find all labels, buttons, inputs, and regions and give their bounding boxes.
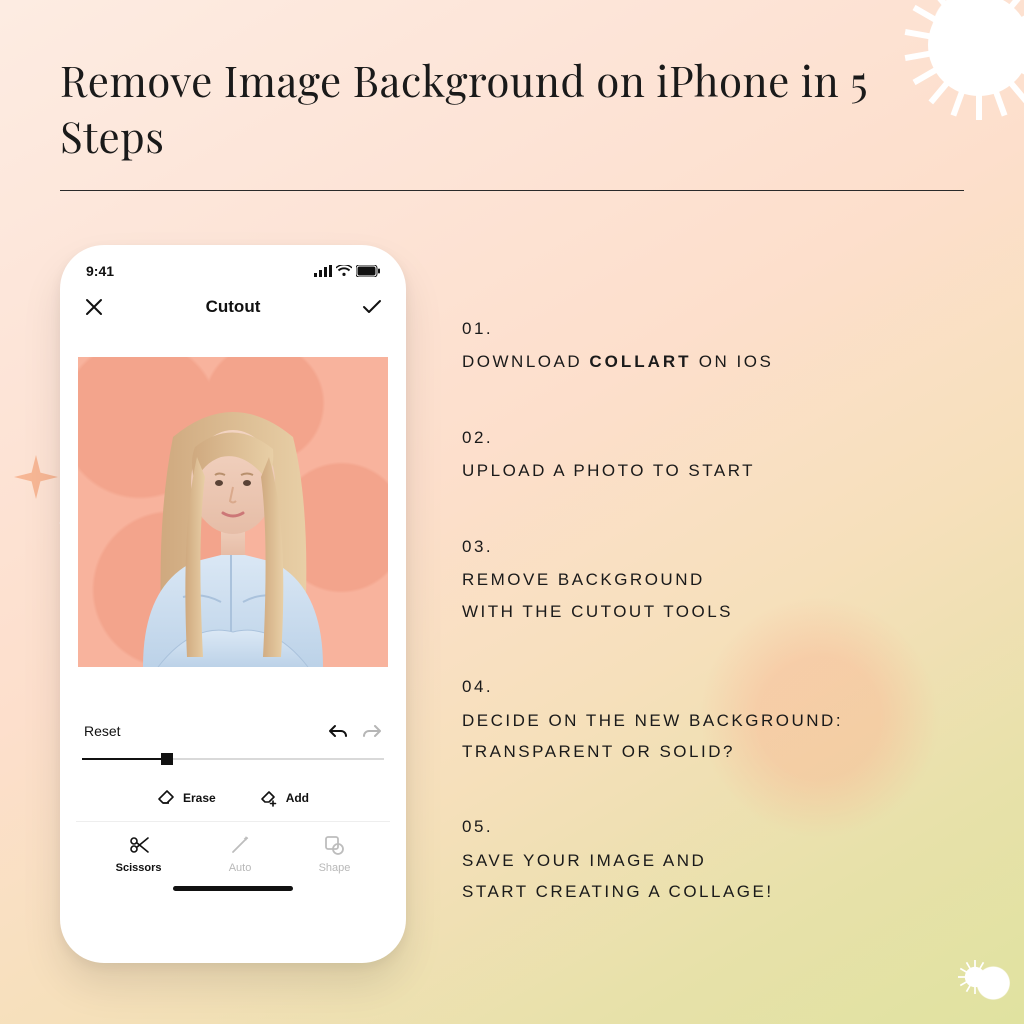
step-4-text: DECIDE ON THE NEW BACKGROUND: TRANSPAREN… xyxy=(462,711,843,761)
cellular-icon xyxy=(314,265,332,277)
step-5-text: SAVE YOUR IMAGE AND START CREATING A COL… xyxy=(462,851,774,901)
reset-button[interactable]: Reset xyxy=(84,723,121,739)
close-button[interactable] xyxy=(84,297,104,317)
step-3: 03. REMOVE BACKGROUND WITH THE CUTOUT TO… xyxy=(462,531,843,627)
step-2-number: 02. xyxy=(462,422,843,453)
confirm-button[interactable] xyxy=(362,297,382,317)
tab-auto[interactable]: Auto xyxy=(229,834,252,874)
step-2-text: UPLOAD A PHOTO TO START xyxy=(462,461,755,480)
tab-auto-label: Auto xyxy=(229,862,252,874)
subject-portrait xyxy=(103,397,363,667)
step-2: 02. UPLOAD A PHOTO TO START xyxy=(462,422,843,487)
brush-size-slider[interactable] xyxy=(82,749,384,769)
check-icon xyxy=(362,299,382,315)
erase-tool-button[interactable]: Erase xyxy=(157,789,216,807)
screen-title: Cutout xyxy=(206,297,261,317)
wifi-icon xyxy=(336,265,352,277)
add-label: Add xyxy=(286,791,309,805)
step-1: 01. DOWNLOAD COLLART ON IOS xyxy=(462,313,843,378)
step-1-text-post: ON IOS xyxy=(692,352,774,371)
starburst-top-right-icon xyxy=(904,0,1024,120)
tab-shape[interactable]: Shape xyxy=(319,834,351,874)
erase-label: Erase xyxy=(183,791,216,805)
tab-scissors[interactable]: Scissors xyxy=(116,834,162,874)
step-1-text-bold: COLLART xyxy=(589,352,691,371)
step-4: 04. DECIDE ON THE NEW BACKGROUND: TRANSP… xyxy=(462,671,843,767)
magic-wand-icon xyxy=(229,834,251,856)
scissors-icon xyxy=(128,834,150,856)
bottom-tab-bar: Scissors Auto Shape xyxy=(76,822,390,874)
starburst-bottom-right-icon xyxy=(958,960,992,994)
battery-icon xyxy=(356,265,380,277)
step-1-number: 01. xyxy=(462,313,843,344)
cutout-image-preview[interactable] xyxy=(78,357,388,667)
status-icons xyxy=(314,265,380,277)
redo-icon[interactable] xyxy=(362,724,382,738)
step-5: 05. SAVE YOUR IMAGE AND START CREATING A… xyxy=(462,811,843,907)
iphone-mockup: 9:41 Cutout xyxy=(60,245,406,963)
close-icon xyxy=(85,298,103,316)
tab-scissors-label: Scissors xyxy=(116,862,162,874)
steps-list: 01. DOWNLOAD COLLART ON IOS 02. UPLOAD A… xyxy=(462,245,843,908)
infographic-canvas: Remove Image Background on iPhone in 5 S… xyxy=(0,0,1024,1024)
step-3-text: REMOVE BACKGROUND WITH THE CUTOUT TOOLS xyxy=(462,570,733,620)
eraser-icon xyxy=(157,789,175,807)
add-tool-button[interactable]: Add xyxy=(260,789,309,807)
status-time: 9:41 xyxy=(86,263,114,279)
step-4-number: 04. xyxy=(462,671,843,702)
step-3-number: 03. xyxy=(462,531,843,562)
status-bar: 9:41 xyxy=(76,263,390,283)
shape-icon xyxy=(323,834,345,856)
page-title: Remove Image Background on iPhone in 5 S… xyxy=(60,52,964,164)
step-1-text-pre: DOWNLOAD xyxy=(462,352,589,371)
eraser-plus-icon xyxy=(260,789,278,807)
tool-row: Erase Add xyxy=(76,789,390,822)
undo-icon[interactable] xyxy=(328,724,348,738)
app-navbar: Cutout xyxy=(76,283,390,333)
title-divider xyxy=(60,190,964,191)
step-5-number: 05. xyxy=(462,811,843,842)
home-indicator xyxy=(173,886,293,891)
sparkle-icon xyxy=(14,455,58,499)
tab-shape-label: Shape xyxy=(319,862,351,874)
